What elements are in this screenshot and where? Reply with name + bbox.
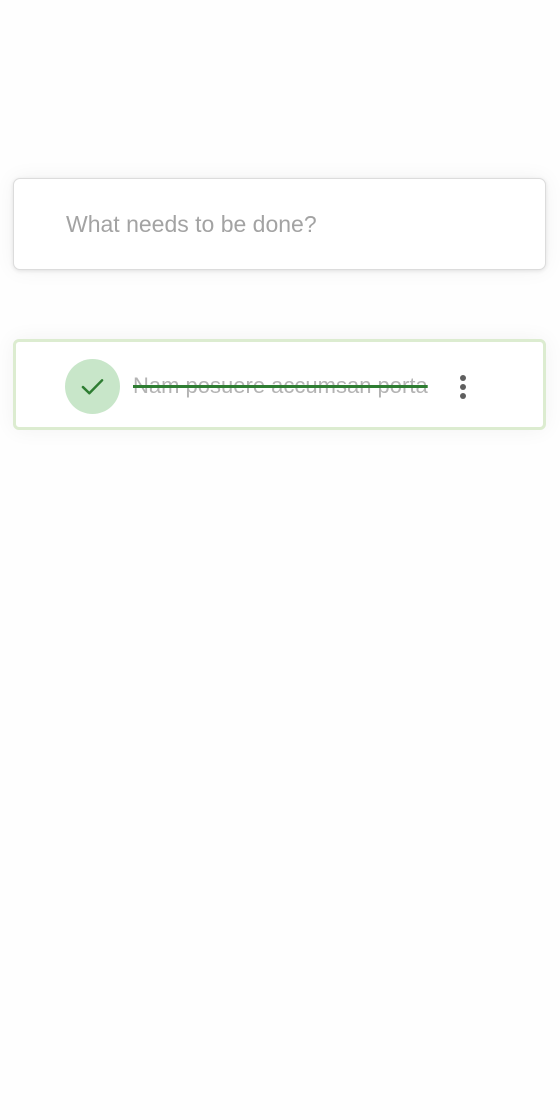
todo-item: Nam posuere accumsan porta [13, 339, 546, 430]
new-todo-card [13, 178, 546, 270]
toggle-complete-button[interactable] [65, 359, 120, 414]
check-icon [81, 379, 104, 395]
todo-app: Nam posuere accumsan porta [0, 0, 560, 1120]
todo-menu-button[interactable] [448, 370, 478, 404]
todo-label[interactable]: Nam posuere accumsan porta [133, 342, 428, 427]
new-todo-input[interactable] [66, 179, 526, 269]
